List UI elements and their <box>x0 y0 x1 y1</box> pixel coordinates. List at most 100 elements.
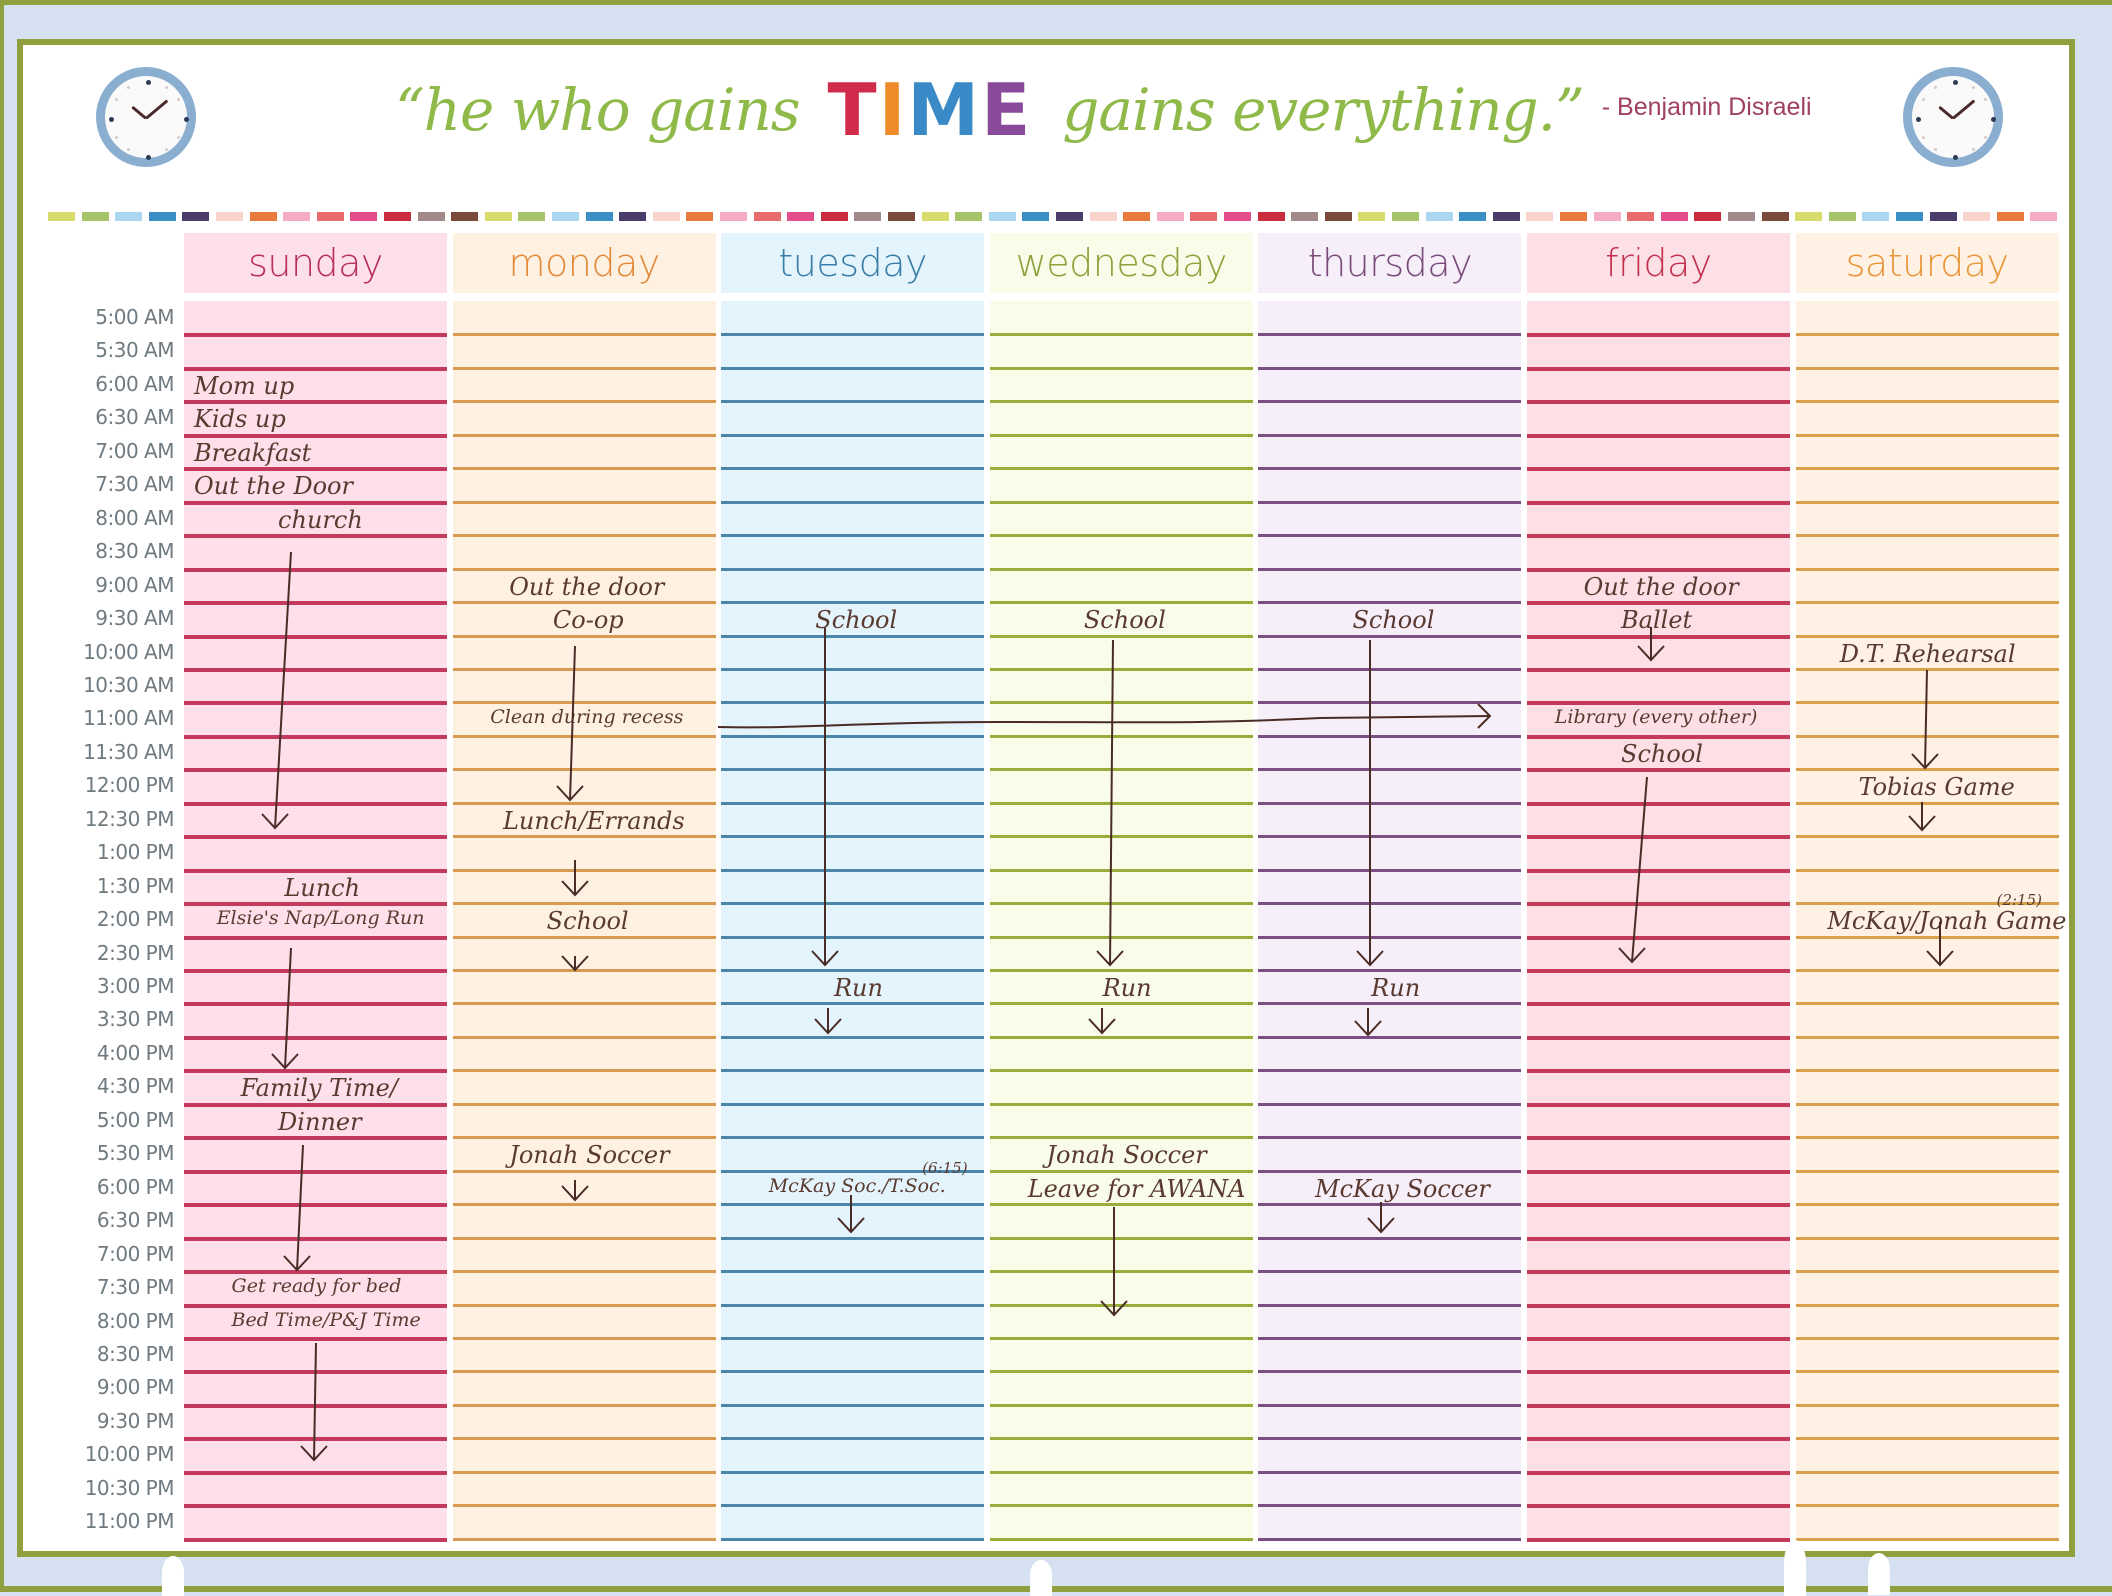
time-slot-cell[interactable] <box>989 1537 1253 1541</box>
time-slot-cell[interactable] <box>989 467 1253 471</box>
time-slot-cell[interactable] <box>452 433 716 437</box>
time-slot-cell[interactable] <box>184 667 447 672</box>
time-slot-cell[interactable] <box>452 1504 716 1508</box>
time-slot-cell[interactable] <box>184 567 447 572</box>
time-slot-cell[interactable] <box>721 935 985 939</box>
time-slot-cell[interactable] <box>1527 366 1790 371</box>
time-slot-cell[interactable] <box>1795 400 2059 404</box>
time-slot-cell[interactable] <box>1527 1336 1790 1341</box>
time-slot-cell[interactable] <box>721 801 985 805</box>
time-slot-cell[interactable] <box>1527 601 1790 606</box>
time-slot-cell[interactable] <box>989 433 1253 437</box>
time-slot-cell[interactable] <box>989 634 1253 638</box>
time-slot-cell[interactable] <box>184 935 447 940</box>
time-slot-cell[interactable] <box>1795 433 2059 437</box>
time-slot-cell[interactable] <box>721 366 985 370</box>
time-slot-cell[interactable] <box>989 534 1253 538</box>
time-slot-cell[interactable] <box>1258 500 1522 504</box>
time-slot-cell[interactable] <box>184 1336 447 1341</box>
time-slot-cell[interactable] <box>184 1370 447 1375</box>
time-slot-cell[interactable] <box>1795 768 2059 772</box>
time-slot-cell[interactable] <box>1527 333 1790 338</box>
time-slot-cell[interactable] <box>452 534 716 538</box>
time-slot-cell[interactable] <box>1258 801 1522 805</box>
time-slot-cell[interactable] <box>1258 667 1522 671</box>
time-slot-cell[interactable] <box>1527 1035 1790 1040</box>
time-slot-cell[interactable] <box>989 1303 1253 1307</box>
time-slot-cell[interactable] <box>721 768 985 772</box>
time-slot-cell[interactable] <box>989 1437 1253 1441</box>
time-slot-cell[interactable] <box>1795 1470 2059 1474</box>
time-slot-cell[interactable] <box>1795 835 2059 839</box>
time-slot-cell[interactable] <box>989 969 1253 972</box>
time-slot-cell[interactable] <box>1527 868 1790 873</box>
time-slot-cell[interactable] <box>184 400 447 405</box>
time-slot-cell[interactable] <box>1258 734 1522 738</box>
time-slot-cell[interactable] <box>1795 1236 2059 1240</box>
time-slot-cell[interactable] <box>989 1102 1253 1106</box>
time-slot-cell[interactable] <box>1258 1203 1522 1207</box>
time-slot-cell[interactable] <box>1258 1002 1522 1006</box>
time-slot-cell[interactable] <box>1258 1136 1522 1140</box>
time-slot-cell[interactable] <box>1795 801 2059 805</box>
time-slot-cell[interactable] <box>452 1370 716 1374</box>
time-slot-cell[interactable] <box>1258 902 1522 906</box>
time-slot-cell[interactable] <box>1258 567 1522 571</box>
time-slot-cell[interactable] <box>989 366 1253 370</box>
time-slot-cell[interactable] <box>1258 1504 1522 1508</box>
time-slot-cell[interactable] <box>721 1303 985 1307</box>
time-slot-cell[interactable] <box>1527 1136 1790 1141</box>
time-slot-cell[interactable] <box>1527 835 1790 840</box>
time-slot-cell[interactable] <box>452 333 716 337</box>
time-slot-cell[interactable] <box>1258 1370 1522 1374</box>
time-slot-cell[interactable] <box>1795 366 2059 370</box>
time-slot-cell[interactable] <box>721 1069 985 1073</box>
time-slot-cell[interactable] <box>184 1270 447 1275</box>
time-slot-cell[interactable] <box>1527 1437 1790 1442</box>
time-slot-cell[interactable] <box>1258 969 1522 972</box>
time-slot-cell[interactable] <box>1258 1437 1522 1441</box>
time-slot-cell[interactable] <box>1795 567 2059 571</box>
time-slot-cell[interactable] <box>1258 1470 1522 1474</box>
time-slot-cell[interactable] <box>1795 1504 2059 1508</box>
time-slot-cell[interactable] <box>1795 1537 2059 1541</box>
time-slot-cell[interactable] <box>1795 634 2059 638</box>
time-slot-cell[interactable] <box>989 1270 1253 1274</box>
time-slot-cell[interactable] <box>1795 601 2059 605</box>
time-slot-cell[interactable] <box>1527 801 1790 806</box>
time-slot-cell[interactable] <box>1527 768 1790 773</box>
time-slot-cell[interactable] <box>721 534 985 538</box>
time-slot-cell[interactable] <box>1258 433 1522 437</box>
time-slot-cell[interactable] <box>1527 902 1790 907</box>
time-slot-cell[interactable] <box>1258 400 1522 404</box>
time-slot-cell[interactable] <box>452 601 716 605</box>
time-slot-cell[interactable] <box>1795 333 2059 337</box>
time-slot-cell[interactable] <box>1527 1069 1790 1074</box>
time-slot-cell[interactable] <box>184 500 447 505</box>
time-slot-cell[interactable] <box>452 768 716 772</box>
time-slot-cell[interactable] <box>1527 969 1790 973</box>
time-slot-cell[interactable] <box>721 1537 985 1541</box>
time-slot-cell[interactable] <box>989 935 1253 939</box>
time-slot-cell[interactable] <box>989 902 1253 906</box>
time-slot-cell[interactable] <box>1795 1270 2059 1274</box>
time-slot-cell[interactable] <box>184 1236 447 1241</box>
time-slot-cell[interactable] <box>184 734 447 739</box>
time-slot-cell[interactable] <box>721 667 985 671</box>
time-slot-cell[interactable] <box>452 1336 716 1340</box>
time-slot-cell[interactable] <box>1795 467 2059 471</box>
time-slot-cell[interactable] <box>989 567 1253 571</box>
time-slot-cell[interactable] <box>721 1370 985 1374</box>
time-slot-cell[interactable] <box>452 1270 716 1274</box>
time-slot-cell[interactable] <box>452 1303 716 1307</box>
time-slot-cell[interactable] <box>1258 1303 1522 1307</box>
time-slot-cell[interactable] <box>1527 667 1790 672</box>
time-slot-cell[interactable] <box>452 935 716 939</box>
time-slot-cell[interactable] <box>452 1236 716 1240</box>
time-slot-cell[interactable] <box>452 1069 716 1073</box>
time-slot-cell[interactable] <box>1527 534 1790 539</box>
time-slot-cell[interactable] <box>1258 333 1522 337</box>
time-slot-cell[interactable] <box>184 1203 447 1208</box>
time-slot-cell[interactable] <box>184 1002 447 1007</box>
time-slot-cell[interactable] <box>1258 601 1522 605</box>
